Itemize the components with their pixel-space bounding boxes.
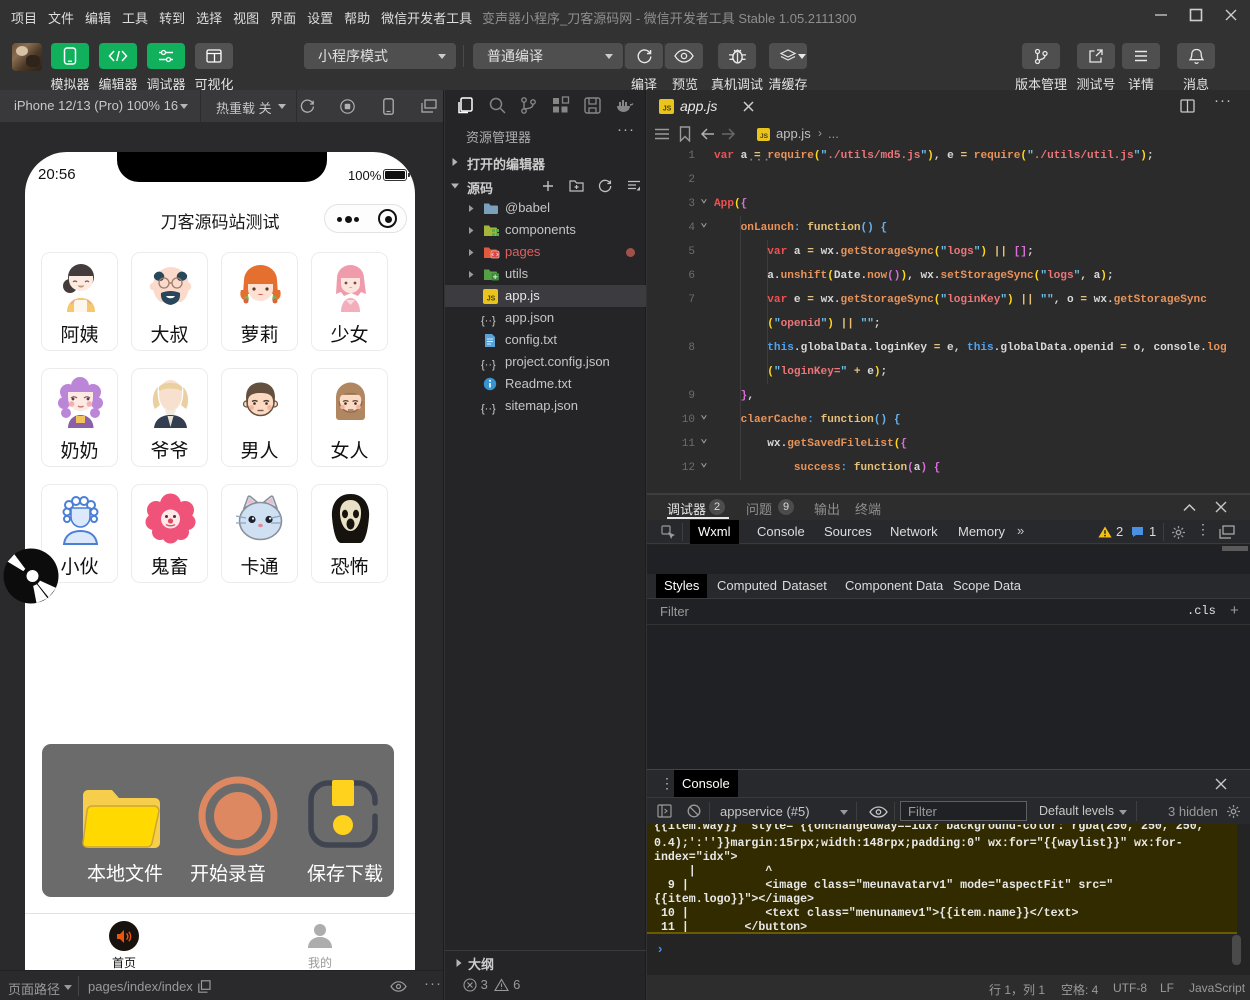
svg-text:JS: JS	[487, 296, 496, 303]
svg-text:JS: JS	[663, 106, 672, 113]
svg-text:JS: JS	[760, 133, 769, 140]
